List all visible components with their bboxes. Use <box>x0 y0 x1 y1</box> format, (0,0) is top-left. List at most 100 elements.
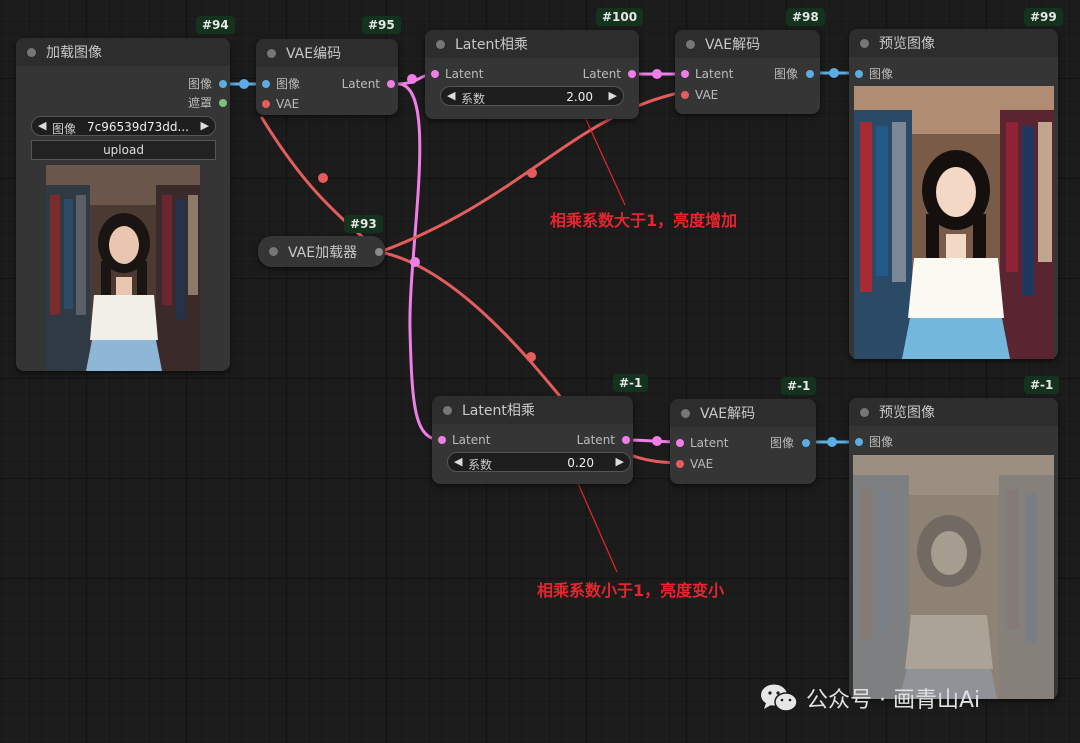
collapse-dot-icon[interactable] <box>436 39 445 49</box>
input-pixels-label: 图像 <box>276 77 301 91</box>
annotation-pointer-bottom <box>572 471 618 573</box>
widget-value: 0.20 <box>567 456 594 470</box>
collapse-dot-icon[interactable] <box>686 39 695 49</box>
input-pixels-slot[interactable] <box>262 80 270 88</box>
input-vae-slot[interactable] <box>676 460 684 468</box>
node-id-badge: #-1 <box>613 374 649 392</box>
node-header[interactable]: Latent相乘 <box>425 30 639 58</box>
collapse-dot-icon[interactable] <box>681 408 690 418</box>
node-vae-decode-bottom[interactable]: VAE解码 Latent VAE 图像 <box>670 399 816 484</box>
node-header[interactable]: Latent相乘 <box>432 396 633 424</box>
image-select-widget[interactable]: ◀ 图像 7c96539d73dd... ▶ <box>31 116 216 136</box>
output-mask-label: 遮罩 <box>187 96 212 110</box>
arrow-right-icon[interactable]: ▶ <box>616 455 624 468</box>
annotation-brightness-down: 相乘系数小于1，亮度变小 <box>537 581 725 600</box>
collapse-dot-icon[interactable] <box>443 405 452 415</box>
collapse-dot-icon[interactable] <box>860 407 869 417</box>
node-preview-image-bottom[interactable]: 预览图像 图像 <box>849 398 1058 699</box>
collapse-dot-icon[interactable] <box>267 48 276 58</box>
node-id-badge: #-1 <box>1024 376 1060 394</box>
output-latent-label: Latent <box>341 77 380 91</box>
preview-image-bright <box>854 86 1054 359</box>
output-vae-slot[interactable] <box>375 248 383 256</box>
output-image-slot[interactable] <box>806 70 814 78</box>
node-header[interactable]: 加载图像 <box>16 38 230 66</box>
node-latent-multiply-bottom[interactable]: Latent相乘 Latent Latent ◀ 系数 0.20 ▶ <box>432 396 633 484</box>
input-latent-label: Latent <box>452 433 491 447</box>
input-vae-label: VAE <box>690 457 714 471</box>
node-id-badge: #99 <box>1024 8 1063 26</box>
node-id-badge: #93 <box>344 215 383 233</box>
input-vae-slot[interactable] <box>262 100 270 108</box>
node-header[interactable]: VAE加载器 <box>258 236 385 267</box>
link-midpoint <box>527 168 537 178</box>
upload-button[interactable]: upload <box>31 140 216 160</box>
node-id-badge: #100 <box>596 8 644 26</box>
input-latent-slot[interactable] <box>431 70 439 78</box>
input-vae-label: VAE <box>276 97 300 111</box>
loaded-image-thumbnail <box>46 165 200 371</box>
node-header[interactable]: VAE解码 <box>670 399 816 427</box>
output-latent-slot[interactable] <box>622 436 630 444</box>
input-image-label: 图像 <box>869 67 894 81</box>
node-vae-loader[interactable]: VAE加载器 <box>258 236 385 267</box>
link-midpoint <box>829 68 839 78</box>
link-midpoint <box>652 436 662 446</box>
node-header[interactable]: 预览图像 <box>849 398 1058 426</box>
output-image-label: 图像 <box>187 77 212 91</box>
node-id-badge: #94 <box>196 16 235 34</box>
link-midpoint <box>410 257 420 267</box>
output-latent-label: Latent <box>582 67 621 81</box>
node-title: VAE编码 <box>286 46 342 62</box>
node-preview-image-top[interactable]: 预览图像 图像 <box>849 29 1058 359</box>
multiplier-widget[interactable]: ◀ 系数 2.00 ▶ <box>440 86 624 106</box>
input-latent-slot[interactable] <box>676 439 684 447</box>
output-image-label: 图像 <box>773 67 798 81</box>
node-title: Latent相乘 <box>462 403 535 419</box>
node-header[interactable]: VAE编码 <box>256 39 398 67</box>
node-header[interactable]: 预览图像 <box>849 29 1058 57</box>
output-image-slot[interactable] <box>219 80 227 88</box>
wechat-icon <box>761 684 798 712</box>
output-mask-slot[interactable] <box>219 99 227 107</box>
link-midpoint <box>239 79 249 89</box>
collapse-dot-icon[interactable] <box>27 47 36 57</box>
node-vae-decode-top[interactable]: VAE解码 Latent VAE 图像 <box>675 30 820 114</box>
node-title: VAE加载器 <box>288 244 358 261</box>
input-latent-slot[interactable] <box>681 70 689 78</box>
link-midpoint <box>407 74 417 84</box>
preview-image-dim <box>853 455 1054 699</box>
input-image-slot[interactable] <box>855 70 863 78</box>
input-image-slot[interactable] <box>855 438 863 446</box>
node-header[interactable]: VAE解码 <box>675 30 820 58</box>
output-latent-slot[interactable] <box>628 70 636 78</box>
node-latent-multiply-top[interactable]: Latent相乘 Latent Latent ◀ 系数 2.00 ▶ <box>425 30 639 119</box>
node-load-image[interactable]: 加载图像 图像 遮罩 ◀ 图像 7c96539d73dd... ▶ upload <box>16 38 230 371</box>
arrow-right-icon[interactable]: ▶ <box>201 119 209 132</box>
node-title: VAE解码 <box>700 406 756 422</box>
input-latent-label: Latent <box>695 67 734 81</box>
arrow-left-icon[interactable]: ◀ <box>38 119 46 132</box>
input-latent-slot[interactable] <box>438 436 446 444</box>
node-id-badge: #95 <box>362 16 401 34</box>
widget-label: 系数 <box>468 458 493 472</box>
link-midpoint <box>526 352 536 362</box>
output-image-slot[interactable] <box>802 439 810 447</box>
widget-label: 系数 <box>461 92 486 106</box>
collapse-dot-icon[interactable] <box>860 38 869 48</box>
input-latent-label: Latent <box>445 67 484 81</box>
arrow-left-icon[interactable]: ◀ <box>447 89 455 102</box>
output-image-label: 图像 <box>769 436 794 450</box>
output-latent-slot[interactable] <box>387 80 395 88</box>
input-vae-slot[interactable] <box>681 91 689 99</box>
node-id-badge: #-1 <box>781 377 817 395</box>
multiplier-widget[interactable]: ◀ 系数 0.20 ▶ <box>447 452 631 472</box>
annotation-brightness-up: 相乘系数大于1，亮度增加 <box>550 211 738 230</box>
widget-value: 2.00 <box>566 90 593 104</box>
node-vae-encode[interactable]: VAE编码 图像 VAE Latent <box>256 39 398 115</box>
collapse-dot-icon[interactable] <box>269 247 278 256</box>
arrow-right-icon[interactable]: ▶ <box>609 89 617 102</box>
arrow-left-icon[interactable]: ◀ <box>454 455 462 468</box>
annotation-pointer-top <box>583 114 626 206</box>
input-latent-label: Latent <box>690 436 729 450</box>
